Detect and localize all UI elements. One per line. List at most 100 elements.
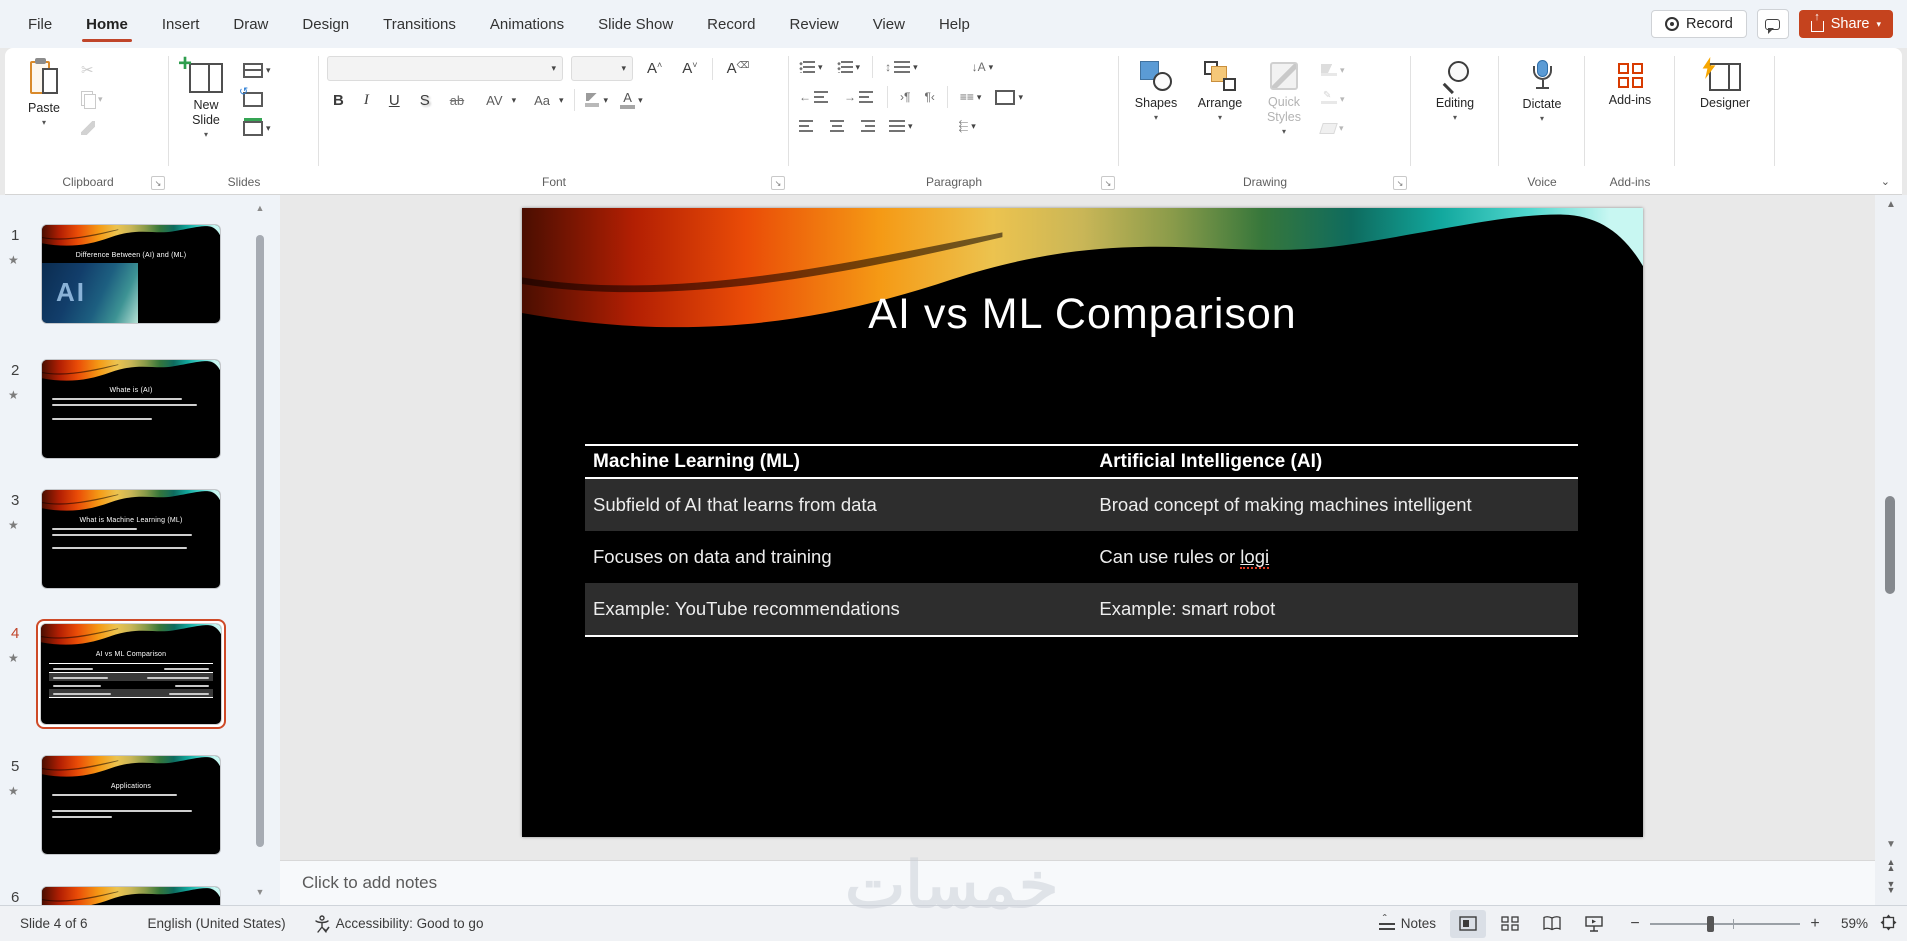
reset-slide-button[interactable] — [239, 85, 273, 109]
quick-styles-button[interactable]: Quick Styles ▾ — [1255, 54, 1313, 136]
slide-layout-button[interactable]: ▾ — [241, 60, 273, 80]
font-dialog-launcher[interactable]: ↘ — [771, 176, 785, 190]
scroll-down-arrow[interactable]: ▼ — [254, 887, 266, 897]
record-button[interactable]: Record — [1651, 10, 1747, 38]
new-slide-button[interactable]: New Slide ▾ — [177, 50, 235, 139]
scrollbar-thumb[interactable] — [256, 235, 264, 847]
bullets-button[interactable]: ▾ — [797, 57, 825, 77]
paragraph-dialog-launcher[interactable]: ↘ — [1101, 176, 1115, 190]
tab-home[interactable]: Home — [72, 4, 142, 45]
slideshow-view-button[interactable] — [1576, 910, 1612, 938]
copy-button[interactable]: ▾ — [79, 89, 105, 109]
paste-button[interactable]: Paste ▾ — [15, 54, 73, 127]
table-cell[interactable]: Example: smart robot — [1091, 598, 1578, 620]
slide-thumbnail-2[interactable]: Whate is (AI) — [42, 360, 220, 458]
slide-thumbnail-3[interactable]: What is Machine Learning (ML) — [42, 490, 220, 588]
align-center-button[interactable] — [827, 116, 847, 136]
shape-outline-button[interactable]: ▾ — [1319, 89, 1347, 109]
increase-indent-button[interactable]: → — [842, 87, 877, 107]
text-shadow-button[interactable]: S — [414, 91, 436, 110]
accessibility-status[interactable]: Accessibility: Good to go — [304, 914, 494, 933]
drawing-dialog-launcher[interactable]: ↘ — [1393, 176, 1407, 190]
bold-button[interactable]: B — [327, 91, 350, 110]
section-button[interactable]: ▾ — [241, 117, 273, 138]
table-header-cell[interactable]: Machine Learning (ML) — [585, 451, 1091, 473]
slide-sorter-view-button[interactable] — [1492, 910, 1528, 938]
scroll-up-arrow[interactable]: ▲ — [1875, 199, 1907, 210]
decrease-indent-button[interactable]: ← — [797, 87, 832, 107]
shape-fill-button[interactable]: ▾ — [1319, 60, 1347, 80]
collapse-ribbon-button[interactable]: ⌄ — [1881, 175, 1890, 188]
underline-button[interactable]: U — [383, 91, 406, 110]
scroll-down-arrow[interactable]: ▼ — [1875, 839, 1907, 850]
zoom-percentage[interactable]: 59% — [1828, 916, 1868, 931]
tab-slide-show[interactable]: Slide Show — [584, 4, 687, 45]
slide-thumbnail-6[interactable] — [42, 887, 220, 905]
table-cell[interactable]: Broad concept of making machines intelli… — [1091, 494, 1578, 516]
cut-button[interactable]: ✂ — [79, 60, 105, 80]
editing-button[interactable]: Editing ▾ — [1426, 54, 1484, 122]
shrink-font-button[interactable]: A˅ — [676, 59, 703, 78]
tab-draw[interactable]: Draw — [219, 4, 282, 45]
tab-help[interactable]: Help — [925, 4, 984, 45]
table-header-cell[interactable]: Artificial Intelligence (AI) — [1091, 451, 1578, 473]
clipboard-dialog-launcher[interactable]: ↘ — [151, 176, 165, 190]
designer-button[interactable]: Designer — [1696, 54, 1754, 111]
tab-animations[interactable]: Animations — [476, 4, 578, 45]
numbering-button[interactable]: ▾ — [835, 57, 863, 77]
reading-view-button[interactable] — [1534, 910, 1570, 938]
convert-to-smartart-button[interactable]: ⬱ ▾ — [957, 116, 978, 136]
notes-toggle-button[interactable]: Notes — [1371, 912, 1444, 935]
shapes-button[interactable]: Shapes ▾ — [1127, 54, 1185, 122]
character-spacing-button[interactable]: AV ▾ — [478, 90, 518, 110]
scrollbar-thumb[interactable] — [1885, 496, 1895, 594]
current-slide[interactable]: AI vs ML Comparison Machine Learning (ML… — [522, 208, 1643, 837]
addins-button[interactable]: Add-ins — [1601, 54, 1659, 108]
tab-review[interactable]: Review — [776, 4, 853, 45]
comments-button[interactable] — [1756, 9, 1789, 39]
table-cell[interactable]: Focuses on data and training — [585, 546, 1091, 568]
tab-record[interactable]: Record — [693, 4, 769, 45]
zoom-in-button[interactable]: + — [1808, 915, 1822, 933]
shape-effects-button[interactable]: ▾ — [1319, 118, 1347, 138]
tab-file[interactable]: File — [14, 4, 66, 45]
font-size-combobox[interactable]: ▾ — [571, 56, 633, 81]
grow-font-button[interactable]: A˄ — [641, 59, 668, 78]
slide-thumbnail-4[interactable]: AI vs ML Comparison — [41, 624, 221, 724]
font-color-button[interactable]: A ▾ — [618, 90, 645, 110]
notes-panel[interactable]: Click to add notes — [280, 860, 1875, 905]
normal-view-button[interactable] — [1450, 909, 1486, 938]
previous-slide-button[interactable]: ▲ ▲ — [1875, 858, 1907, 873]
text-direction-button[interactable]: ▾ — [993, 87, 1025, 107]
change-case-button[interactable]: Aa ▾ — [526, 90, 565, 110]
ltr-direction-button[interactable]: ›¶ — [898, 87, 912, 107]
share-button[interactable]: Share ▾ — [1798, 10, 1893, 38]
zoom-slider-thumb[interactable] — [1707, 915, 1714, 932]
slide-thumbnail-1[interactable]: Difference Between (AI) and (ML) AI — [42, 225, 220, 323]
zoom-slider[interactable] — [1650, 915, 1800, 932]
tab-insert[interactable]: Insert — [148, 4, 214, 45]
fit-slide-to-window-button[interactable] — [1880, 914, 1897, 934]
clear-formatting-button[interactable]: A⌫ — [721, 59, 756, 78]
strikethrough-button[interactable]: ab — [444, 92, 470, 109]
align-right-button[interactable] — [857, 116, 877, 136]
rtl-direction-button[interactable]: ¶‹ — [922, 87, 936, 107]
italic-button[interactable]: I — [358, 91, 375, 110]
dictate-button[interactable]: Dictate ▾ — [1513, 54, 1571, 123]
align-left-button[interactable] — [797, 116, 817, 136]
slide-title[interactable]: AI vs ML Comparison — [522, 290, 1643, 339]
table-cell[interactable]: Subfield of AI that learns from data — [585, 494, 1091, 516]
language-indicator[interactable]: English (United States) — [138, 916, 296, 931]
tab-view[interactable]: View — [859, 4, 919, 45]
tab-design[interactable]: Design — [288, 4, 363, 45]
font-name-combobox[interactable]: ▾ — [327, 56, 563, 81]
slide-thumbnail-5[interactable]: Applications — [42, 756, 220, 854]
tab-transitions[interactable]: Transitions — [369, 4, 470, 45]
format-painter-button[interactable] — [79, 118, 105, 138]
scroll-up-arrow[interactable]: ▲ — [254, 203, 266, 213]
text-highlight-button[interactable]: ▾ — [583, 90, 611, 110]
justify-button[interactable]: ▾ — [887, 116, 915, 136]
arrange-button[interactable]: Arrange ▾ — [1191, 54, 1249, 122]
line-spacing-button[interactable]: ↕ ▾ — [883, 57, 920, 77]
zoom-out-button[interactable]: − — [1628, 915, 1642, 933]
